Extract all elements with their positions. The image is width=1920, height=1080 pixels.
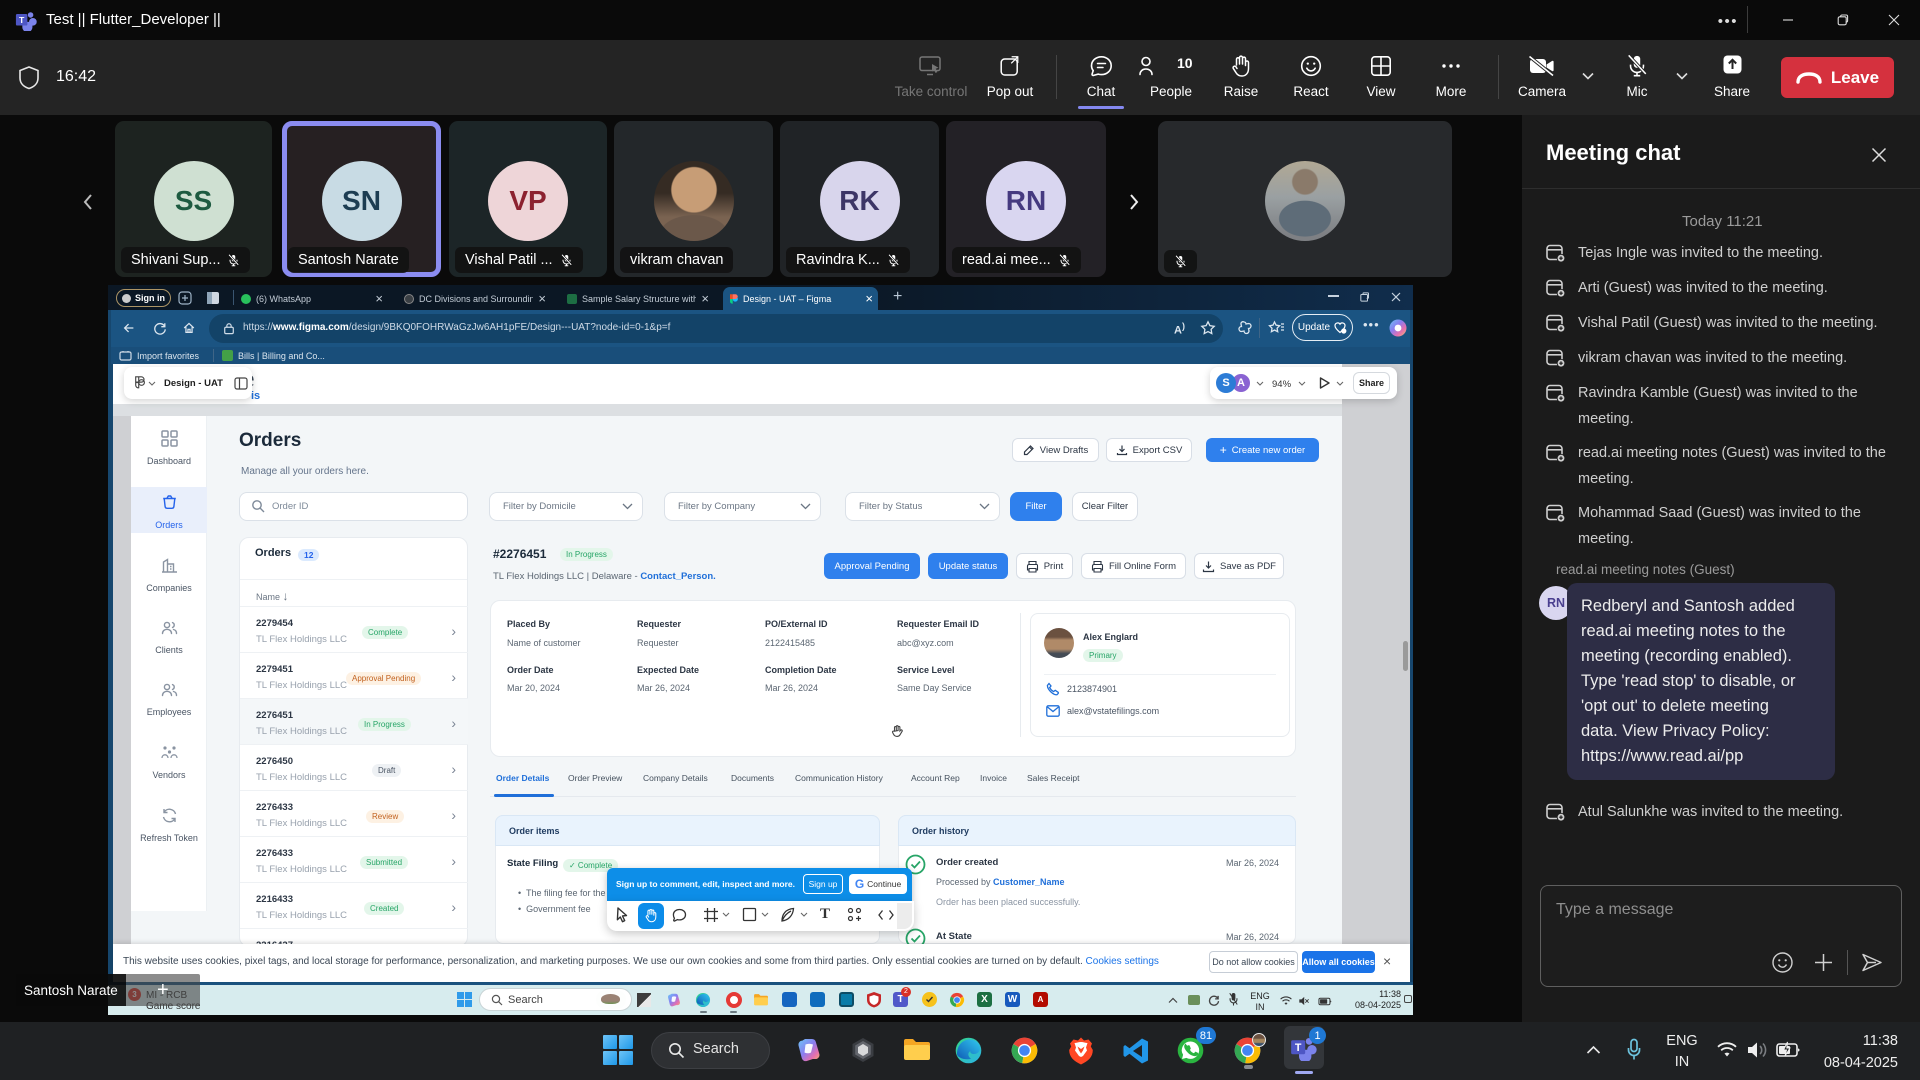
svg-text:T: T (1295, 1042, 1302, 1054)
svg-text:T: T (19, 15, 25, 25)
